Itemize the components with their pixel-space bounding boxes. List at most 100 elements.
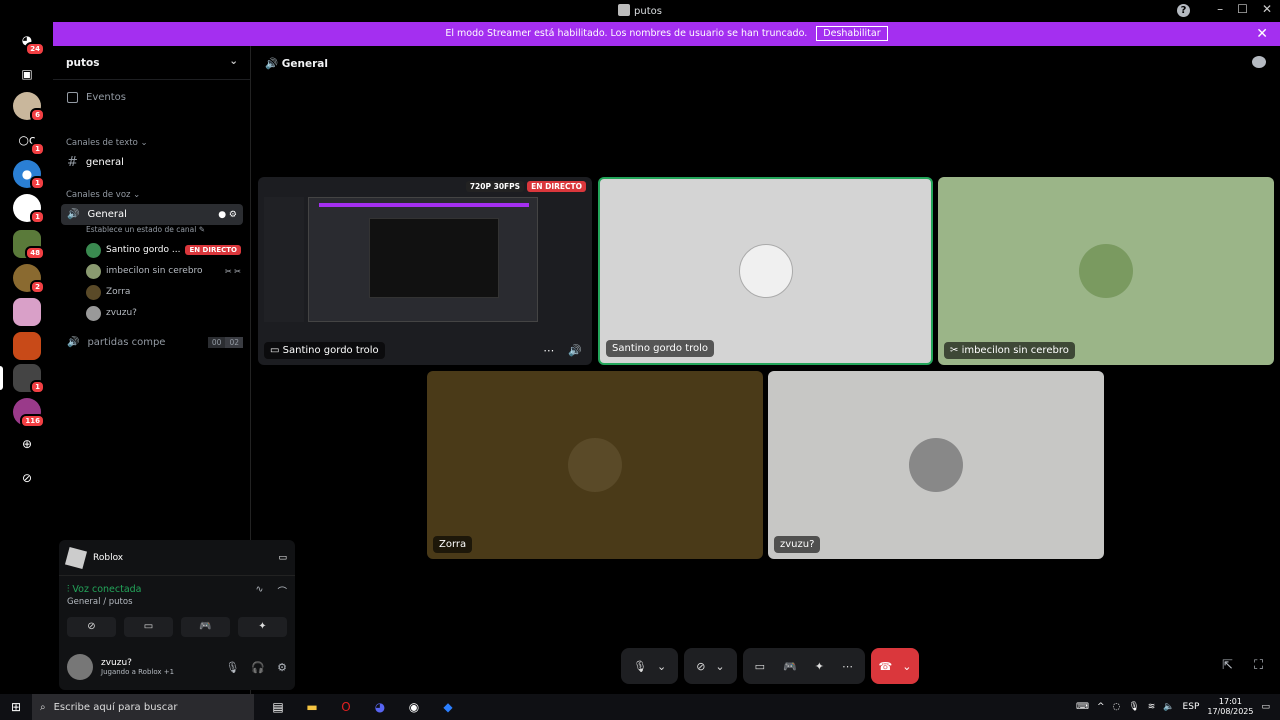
more-icon[interactable]: ⋯ (842, 660, 853, 673)
voice-user[interactable]: zvuzu? (86, 304, 241, 322)
user-tile[interactable]: Zorra (427, 371, 763, 559)
disconnect-button[interactable]: ☎ ⌄ (870, 648, 919, 684)
popout-icon[interactable]: ⇱ (1222, 658, 1233, 673)
share-screen-icon[interactable]: ▭ (755, 660, 765, 673)
close-banner-icon[interactable]: ✕ (1256, 22, 1268, 46)
voice-category[interactable]: Canales de voz ⌄ (53, 190, 153, 200)
disconnect-icon[interactable]: ⌒ (277, 584, 287, 598)
obs-icon[interactable]: ◉ (404, 700, 424, 714)
more-icon[interactable]: ⋯ (543, 344, 554, 357)
activity-icon[interactable]: 🎮 (783, 660, 797, 673)
roblox-studio-icon[interactable]: ◆ (438, 700, 458, 714)
soundboard-icon[interactable]: ✦ (815, 660, 824, 673)
voice-user[interactable]: Santino gordo ... EN DIRECTO (86, 241, 241, 259)
disable-streamer-button[interactable]: Deshabilitar (816, 26, 888, 41)
taskbar-search[interactable]: ⌕ Escribe aquí para buscar (32, 694, 254, 720)
camera-off-button[interactable]: ⊘ (67, 617, 116, 637)
channel-sidebar: putos ⌄ Eventos Canales de texto ⌄ # gen… (53, 46, 295, 694)
avatar[interactable] (67, 654, 93, 680)
server-folder-icon[interactable]: 48 (13, 230, 45, 260)
server-icon[interactable] (13, 332, 41, 360)
activity-button[interactable]: 🎮 (181, 617, 230, 637)
user-name: Santino gordo ... (106, 245, 181, 255)
tile-name-label: ▭ Santino gordo trolo (264, 342, 385, 359)
channel-header: 🔊 General (251, 46, 1280, 80)
stream-preview-banner (319, 203, 529, 207)
channel-general-text[interactable]: # general (61, 152, 243, 173)
events-label: Eventos (86, 92, 126, 103)
wifi-icon[interactable]: ≋ (1148, 702, 1156, 712)
server-icon[interactable]: ○c 1 (13, 126, 45, 156)
network-icon[interactable]: ◌ (1112, 702, 1120, 712)
stream-tile[interactable]: 720P 30FPS EN DIRECTO ▭ Santino gordo tr… (258, 177, 592, 365)
notifications-icon[interactable]: ▭ (1261, 702, 1270, 712)
chat-icon[interactable] (1252, 56, 1266, 68)
taskbar: ⊞ ⌕ Escribe aquí para buscar ▤ ▬ O ◕ ◉ ◆… (0, 694, 1280, 720)
voice-user[interactable]: Zorra (86, 283, 241, 301)
voice-connected-status[interactable]: ⫶ Voz conectada ⌒ ∿ (59, 576, 295, 598)
add-server-icon[interactable]: ⊕ (13, 430, 41, 458)
chevron-down-icon[interactable]: ⌄ (715, 660, 724, 673)
stream-game-icon[interactable]: ▭ (278, 553, 287, 563)
server-icon[interactable]: 6 (13, 92, 45, 122)
help-icon[interactable]: ? (1177, 4, 1190, 17)
avatar (86, 263, 101, 279)
minimize-icon[interactable]: – (1217, 2, 1223, 16)
search-icon: ⌕ (40, 701, 46, 713)
discover-icon[interactable]: ⊘ (13, 464, 41, 492)
soundboard-button[interactable]: ✦ (238, 617, 287, 637)
headphones-icon[interactable]: 🎧 (251, 661, 265, 674)
channel-general-voice[interactable]: 🔊 General ● ⚙ (61, 204, 243, 225)
events-item[interactable]: Eventos (53, 80, 250, 103)
file-explorer-icon[interactable]: ▬ (302, 700, 322, 714)
server-icon[interactable]: 116 (13, 398, 45, 428)
server-icon[interactable]: ● 1 (13, 160, 45, 190)
chevron-down-icon[interactable]: ⌄ (657, 660, 666, 673)
task-view-icon[interactable]: ▤ (268, 700, 288, 714)
close-icon[interactable]: ✕ (1262, 2, 1272, 16)
voice-location[interactable]: General / putos (59, 595, 295, 609)
keyboard-icon[interactable]: ⌨ (1076, 702, 1089, 712)
server-icon[interactable]: 2 (13, 264, 45, 294)
server-icon[interactable]: 1 (13, 194, 45, 224)
user-tile[interactable]: Santino gordo trolo (598, 177, 933, 365)
stream-preview-pane (369, 218, 499, 298)
channel-partidas-compe[interactable]: 🔊 partidas compe 00 02 (61, 332, 243, 353)
share-screen-button[interactable]: ▭ (124, 617, 173, 637)
chat-icon[interactable]: ● ⚙ (218, 210, 237, 220)
clock[interactable]: 17:01 17/08/2025 (1207, 697, 1253, 717)
volume-icon[interactable]: 🔊 (568, 344, 582, 357)
mic-icon[interactable]: 🎙 (225, 661, 239, 674)
volume-icon[interactable]: 🔈 (1163, 702, 1174, 712)
chevron-down-icon[interactable]: ⌄ (902, 660, 911, 673)
user-tile[interactable]: ✂ imbecilon sin cerebro (938, 177, 1274, 365)
settings-icon[interactable]: ⚙ (277, 661, 287, 674)
mic-button[interactable]: 🎙 ⌄ (621, 648, 679, 684)
discord-home-icon[interactable]: ◕ 24 (13, 26, 45, 56)
avatar (86, 305, 101, 321)
speaker-icon: 🔊 (265, 58, 279, 70)
tray-expand-icon[interactable]: ^ (1097, 702, 1105, 712)
user-tile[interactable]: zvuzu? (768, 371, 1104, 559)
inbox-icon[interactable]: ▣ (13, 60, 41, 88)
user-name: imbecilon sin cerebro (106, 266, 203, 276)
avatar (568, 438, 622, 492)
windows-start-icon[interactable]: ⊞ (0, 700, 32, 714)
opera-icon[interactable]: O (336, 700, 356, 714)
avatar (86, 284, 101, 300)
server-icon[interactable] (13, 298, 41, 326)
mic-tray-icon[interactable]: 🎙 (1128, 702, 1139, 712)
channel-status[interactable]: Establece un estado de canal ✎ (86, 225, 205, 234)
maximize-icon[interactable]: ☐ (1237, 2, 1248, 16)
guild-name: putos (66, 57, 100, 69)
noise-suppression-icon[interactable]: ∿ (256, 584, 264, 595)
fullscreen-icon[interactable]: ⛶ (1254, 658, 1263, 673)
language-indicator[interactable]: ESP (1183, 702, 1200, 712)
discord-icon[interactable]: ◕ (370, 700, 390, 714)
quality-badge: 720P 30FPS (465, 181, 525, 192)
guild-header[interactable]: putos ⌄ (53, 46, 250, 80)
camera-button[interactable]: ⊘ ⌄ (684, 648, 737, 684)
server-icon[interactable]: 1 (13, 364, 45, 394)
text-category[interactable]: Canales de texto ⌄ (53, 138, 161, 148)
voice-user[interactable]: imbecilon sin cerebro ✂ ✂ (86, 262, 241, 280)
